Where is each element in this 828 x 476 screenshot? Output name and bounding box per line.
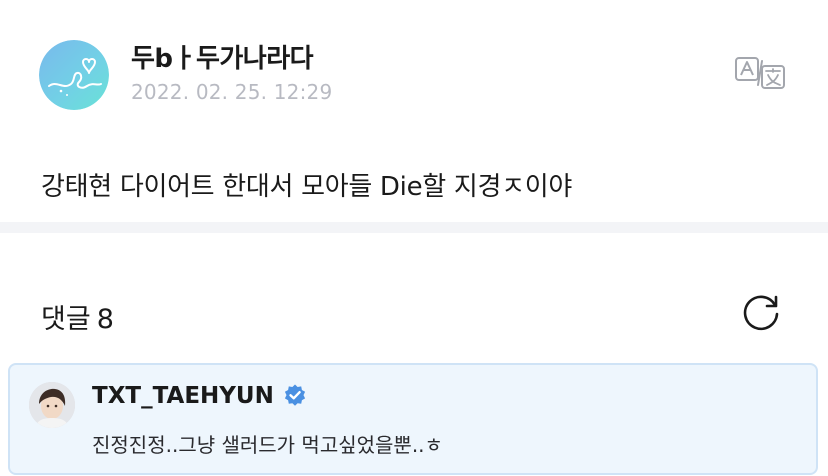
- comments-title: 댓글: [41, 304, 91, 335]
- comments-header: 댓글 8: [0, 233, 828, 361]
- verified-badge-icon: [284, 384, 305, 406]
- post-timestamp: 2022. 02. 25. 12:29: [131, 80, 333, 104]
- author-name[interactable]: 두bㅏ두가나라다: [131, 38, 314, 75]
- comment-avatar-image: [29, 382, 75, 428]
- post-body: 강태현 다이어트 한대서 모아들 Die할 지경ㅈ이야: [41, 172, 572, 202]
- translate-button[interactable]: [734, 55, 786, 91]
- comment-avatar[interactable]: [29, 382, 75, 428]
- comments-count: 8: [96, 304, 114, 335]
- comment-text: 진정진정..그냥 샐러드가 먹고싶었을뿐..ㅎ: [92, 433, 443, 457]
- featured-comment[interactable]: TXT_TAEHYUN 진정진정..그냥 샐러드가 먹고싶었을뿐..ㅎ: [8, 363, 818, 475]
- comment-author-name: TXT_TAEHYUN: [92, 383, 274, 409]
- translate-icon: [735, 57, 785, 89]
- avatar-image: [39, 40, 109, 110]
- author-avatar[interactable]: [39, 40, 109, 110]
- comment-author[interactable]: TXT_TAEHYUN: [92, 383, 308, 409]
- section-divider: [0, 222, 828, 233]
- refresh-icon: [743, 295, 779, 331]
- post: 두bㅏ두가나라다 2022. 02. 25. 12:29 강태현 다이어트 한대…: [0, 0, 828, 224]
- comments-label: 댓글 8: [41, 297, 114, 336]
- refresh-button[interactable]: [740, 291, 782, 333]
